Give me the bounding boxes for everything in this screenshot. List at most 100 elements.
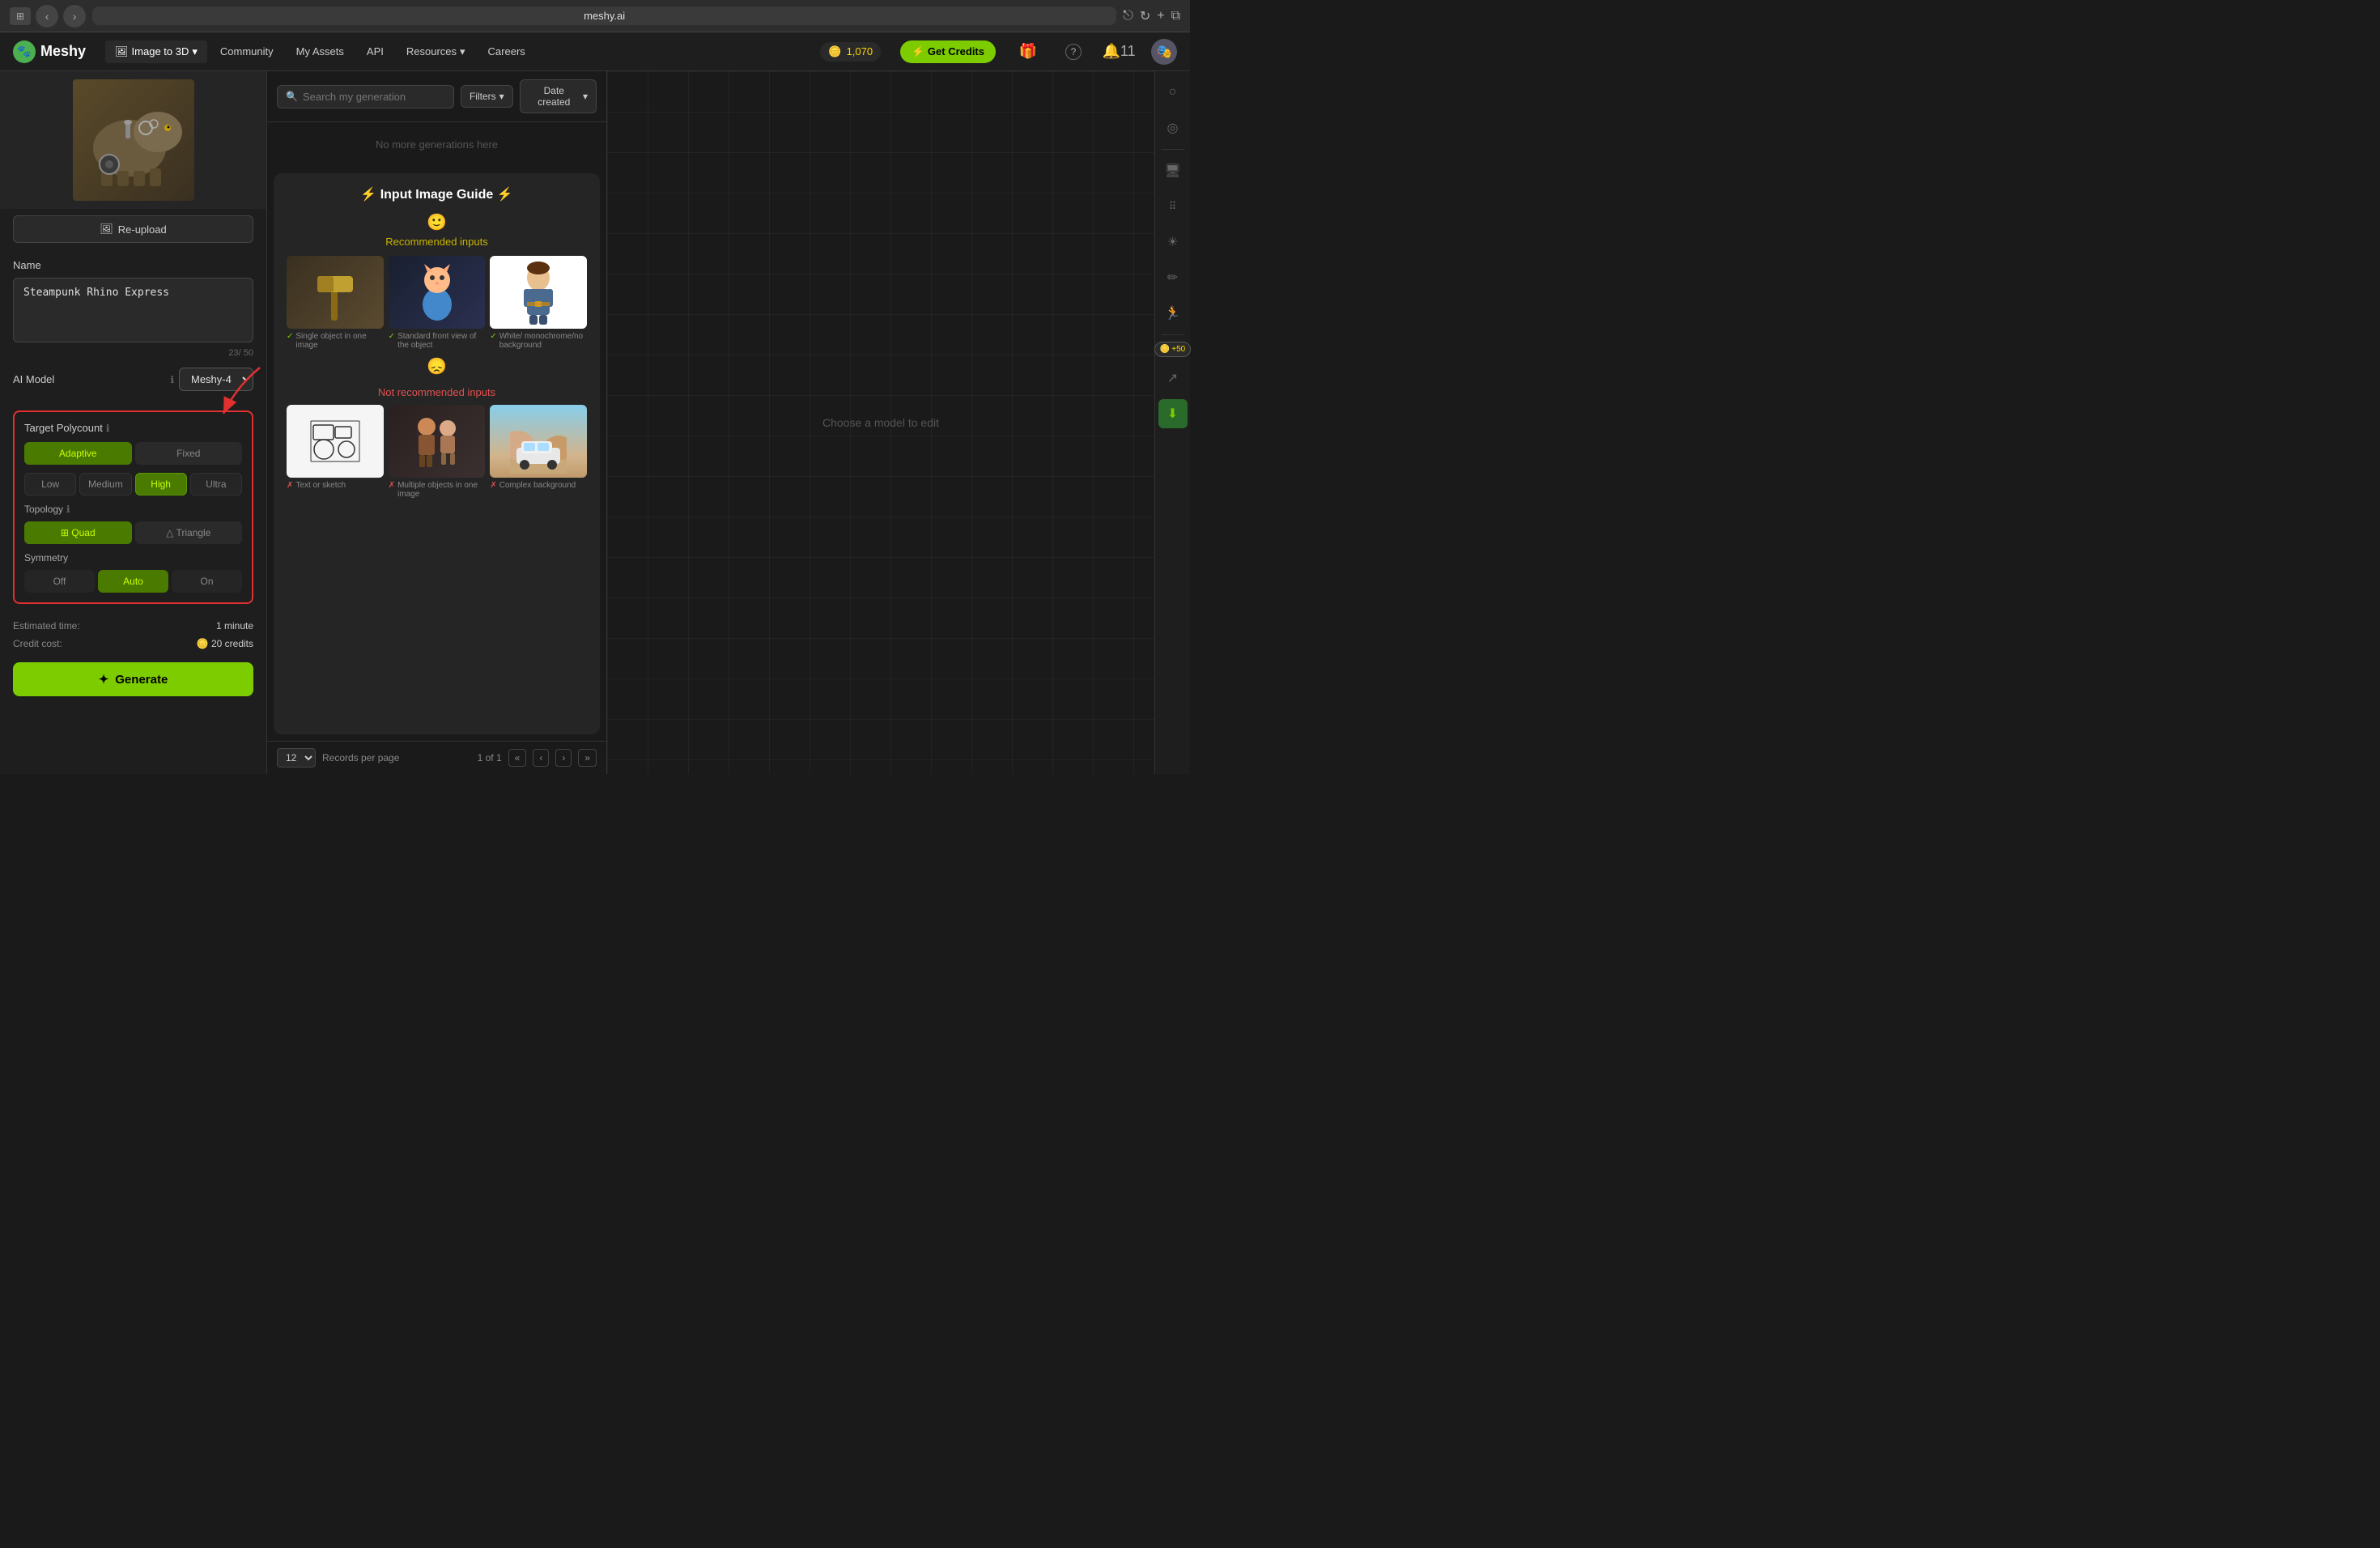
high-quality-button[interactable]: High	[135, 473, 187, 495]
quality-row: Low Medium High Ultra	[24, 473, 242, 495]
notifications-button[interactable]: 🔔11	[1106, 39, 1132, 65]
adaptive-button[interactable]: Adaptive	[24, 442, 132, 465]
back-button[interactable]: ‹	[36, 5, 58, 28]
tabs-button[interactable]: ⧉	[1171, 9, 1180, 23]
symmetry-on-button[interactable]: On	[172, 570, 242, 593]
not-recommended-item-1: ✗ Text or sketch	[287, 405, 384, 499]
main-layout: 🖼 Re-upload Name Steampunk Rhino Express…	[0, 71, 1190, 774]
recommended-item-3: ✓ White/ monochrome/no background	[490, 256, 587, 350]
prev-page-button[interactable]: ‹	[533, 749, 549, 767]
polycount-box: Target Polycount ℹ Adaptive Fixed Low Me…	[13, 410, 253, 604]
recommended-img-1	[287, 256, 384, 329]
not-recommended-caption-1: ✗ Text or sketch	[287, 481, 384, 490]
recommended-img-3	[490, 256, 587, 329]
symmetry-auto-button[interactable]: Auto	[98, 570, 168, 593]
first-page-button[interactable]: «	[508, 749, 527, 767]
quad-button[interactable]: ⊞ Quad	[24, 521, 132, 544]
guide-title: ⚡ Input Image Guide ⚡	[287, 186, 587, 202]
check-icon-1: ✓	[287, 332, 293, 341]
thumbnail-svg	[77, 83, 190, 197]
search-input-wrap: 🔍	[277, 85, 454, 108]
ai-model-info-icon[interactable]: ℹ	[170, 374, 174, 385]
share-browser-button[interactable]: ⎋	[1123, 9, 1133, 23]
search-icon: 🔍	[286, 91, 298, 102]
search-input[interactable]	[303, 91, 445, 103]
forward-button[interactable]: ›	[63, 5, 86, 28]
polycount-title: Target Polycount ℹ	[24, 422, 242, 434]
recommended-item-2: ✓ Standard front view of the object	[389, 256, 486, 350]
toolbar-divider-1	[1162, 149, 1184, 150]
estimated-time-label: Estimated time:	[13, 620, 80, 632]
name-input[interactable]: Steampunk Rhino Express	[13, 278, 253, 342]
monitor-button[interactable]: 🖥	[1158, 156, 1188, 185]
recommended-item-1: ✓ Single object in one image	[287, 256, 384, 350]
credits-coin-icon: 🪙	[828, 45, 841, 58]
per-page-select[interactable]: 12	[277, 748, 316, 768]
credit-coin-icon: 🪙	[197, 638, 209, 649]
notification-badge: 11	[1120, 43, 1136, 60]
get-credits-button[interactable]: ⚡ Get Credits	[900, 40, 996, 63]
low-quality-button[interactable]: Low	[24, 473, 76, 495]
next-page-button[interactable]: ›	[555, 749, 572, 767]
edit-button[interactable]: ✏	[1158, 263, 1188, 292]
ai-model-label: AI Model	[13, 373, 165, 385]
nav-link-community[interactable]: Community	[210, 40, 283, 62]
polycount-info-icon[interactable]: ℹ	[106, 423, 110, 434]
recommended-title: Recommended inputs	[287, 236, 587, 248]
symmetry-label: Symmetry	[24, 552, 242, 563]
not-recommended-img-2	[389, 405, 486, 478]
not-recommended-item-3: ✗ Complex background	[490, 405, 587, 499]
reupload-button[interactable]: 🖼 Re-upload	[13, 215, 253, 243]
topology-info-icon[interactable]: ℹ	[66, 504, 70, 515]
generate-button[interactable]: ✦ Generate	[13, 662, 253, 696]
logo-icon: 🐾	[13, 40, 36, 63]
not-recommended-item-2: ✗ Multiple objects in one image	[389, 405, 486, 499]
sidebar-toggle-button[interactable]: ⊞	[10, 7, 31, 25]
date-created-button[interactable]: Date created ▾	[520, 79, 597, 113]
triangle-button[interactable]: △ Triangle	[135, 521, 243, 544]
medium-quality-button[interactable]: Medium	[79, 473, 131, 495]
ultra-quality-button[interactable]: Ultra	[190, 473, 242, 495]
animate-button[interactable]: 🏃	[1158, 299, 1188, 328]
newtab-button[interactable]: +	[1157, 9, 1164, 23]
help-icon: ?	[1065, 44, 1082, 60]
ai-model-select[interactable]: Meshy-4	[179, 368, 253, 391]
view-circle-1-button[interactable]: ○	[1158, 78, 1188, 107]
app-logo: 🐾 Meshy	[13, 40, 86, 63]
triangle-icon: △	[166, 527, 173, 538]
credit-cost-value: 🪙 20 credits	[197, 638, 253, 649]
nav-link-resources[interactable]: Resources ▾	[397, 40, 475, 63]
gift-button[interactable]: 🎁	[1015, 39, 1041, 65]
not-recommended-caption-3: ✗ Complex background	[490, 481, 587, 490]
share-toolbar-button[interactable]: ↗	[1158, 364, 1188, 393]
filters-button[interactable]: Filters ▾	[461, 85, 513, 108]
help-button[interactable]: ?	[1060, 39, 1086, 65]
not-recommended-emoji: 😞	[287, 356, 587, 376]
symmetry-off-button[interactable]: Off	[24, 570, 95, 593]
sun-button[interactable]: ☀	[1158, 228, 1188, 257]
reload-button[interactable]: ↻	[1140, 8, 1150, 24]
credit-cost-label: Credit cost:	[13, 638, 62, 649]
download-toolbar-button[interactable]: ⬇	[1158, 399, 1188, 428]
avatar[interactable]: 🎭	[1151, 39, 1177, 65]
recommended-images: ✓ Single object in one image	[287, 256, 587, 350]
fixed-button[interactable]: Fixed	[135, 442, 243, 465]
nav-links: 🖼 Image to 3D ▾ Community My Assets API …	[105, 40, 535, 63]
records-per-page-label: Records per page	[322, 752, 399, 763]
nav-link-image-to-3d[interactable]: 🖼 Image to 3D ▾	[105, 40, 207, 63]
credit-cost-row: Credit cost: 🪙 20 credits	[0, 638, 266, 656]
date-chevron-icon: ▾	[583, 91, 588, 102]
quad-icon: ⊞	[61, 527, 69, 538]
last-page-button[interactable]: »	[578, 749, 597, 767]
nav-link-careers[interactable]: Careers	[478, 40, 535, 62]
view-circle-2-button[interactable]: ◎	[1158, 113, 1188, 142]
address-bar[interactable]	[92, 6, 1116, 25]
nav-link-api[interactable]: API	[357, 40, 393, 62]
grid-button[interactable]: ⠿	[1158, 192, 1188, 221]
symmetry-row: Off Auto On	[24, 570, 242, 593]
generate-icon: ✦	[99, 672, 109, 687]
credits-toolbar-badge[interactable]: 🪙 +50	[1154, 342, 1191, 357]
nav-link-my-assets[interactable]: My Assets	[287, 40, 354, 62]
cross-icon-2: ✗	[389, 481, 395, 490]
credits-value: 1,070	[847, 45, 873, 57]
